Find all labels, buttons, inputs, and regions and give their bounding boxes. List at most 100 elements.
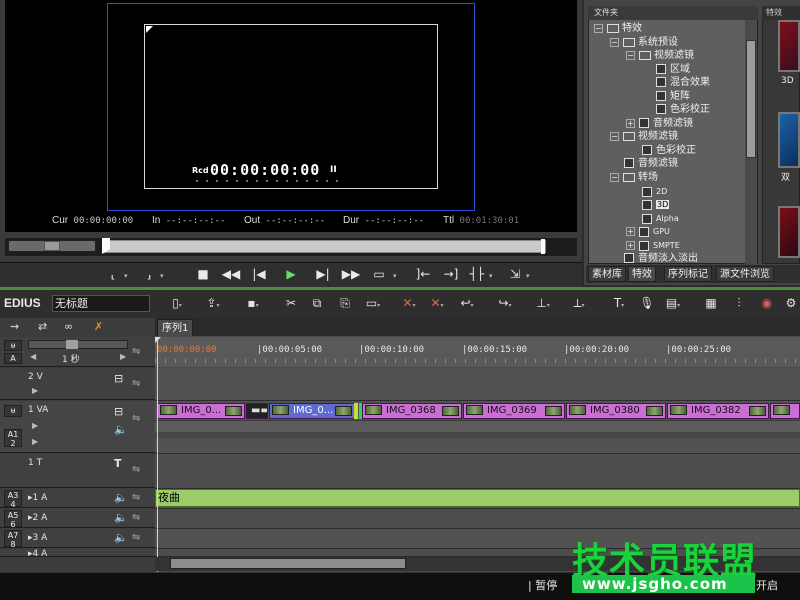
expand-track-icon[interactable]: ▶ <box>32 386 38 395</box>
timeline-clip[interactable] <box>770 403 800 419</box>
audio-toggle-icon[interactable]: A <box>4 353 22 364</box>
tree-node-blend[interactable]: 混合效果 <box>656 76 710 89</box>
fast-forward-button[interactable]: ▶▶ <box>340 264 362 284</box>
tree-node-gpu[interactable]: + GPU <box>626 225 670 238</box>
tree-node-video-filters-2[interactable]: − 视频滤镜 <box>610 130 678 143</box>
timeline-cursor[interactable] <box>157 337 158 572</box>
replace-icon[interactable]: ▭▾ <box>364 294 382 312</box>
set-out-dropdown-icon[interactable]: ▾ <box>160 272 164 280</box>
paste-icon[interactable]: ⎘ <box>336 294 354 312</box>
rewind-button[interactable]: ◀◀ <box>220 264 242 284</box>
play-button[interactable]: ▶ <box>280 264 302 284</box>
sync-lock-icon[interactable]: ⇋ <box>132 346 140 357</box>
link-icon[interactable]: ∞ <box>64 320 73 333</box>
tree-node-effects[interactable]: − 特效 <box>594 22 642 35</box>
stop-button[interactable]: ■ <box>192 264 214 284</box>
color-correction-icon[interactable]: ◉ <box>758 294 776 312</box>
position-slider[interactable] <box>102 240 546 253</box>
step-forward-button[interactable]: ▶| <box>312 264 334 284</box>
tab-sequence-1[interactable]: 序列1 <box>157 319 194 336</box>
audio-patch-icon[interactable]: A3 4 <box>4 490 22 509</box>
tree-node-smpte[interactable]: + SMPTE <box>626 239 680 252</box>
timeline-clip[interactable]: IMG_0368 <box>362 403 462 419</box>
tree-node-3d[interactable]: 3D <box>642 198 670 211</box>
redo-icon[interactable]: ↪▾ <box>496 294 514 312</box>
sync-lock-icon[interactable]: ⇋ <box>132 413 140 424</box>
transition-marker[interactable]: ▬▬ <box>246 403 268 419</box>
cut-point-icon[interactable]: ⟂▾ <box>570 294 588 312</box>
expand-icon[interactable]: + <box>626 241 635 250</box>
tree-node-audio-filters[interactable]: + 音频滤镜 <box>626 117 693 130</box>
tree-node-region[interactable]: 区域 <box>656 63 690 76</box>
track-header-1a[interactable]: A3 4 ▸1 A 🔈 ⇋ <box>0 489 155 509</box>
collapse-icon[interactable]: − <box>610 131 619 141</box>
audio-patch-icon[interactable]: A1 2 <box>4 429 22 448</box>
ripple-delete-icon[interactable]: ✕▾ <box>428 294 446 312</box>
timeline-scroll-thumb[interactable] <box>170 558 406 569</box>
expand-track-icon[interactable]: ▶ <box>32 421 38 430</box>
tree-node-matrix[interactable]: 矩阵 <box>656 90 690 103</box>
delete-icon[interactable]: ✕▾ <box>400 294 418 312</box>
lane-2v[interactable] <box>155 368 800 401</box>
title-icon[interactable]: T▾ <box>610 294 628 312</box>
open-project-icon[interactable]: ⇪▾ <box>204 294 222 312</box>
collapse-icon[interactable]: − <box>610 37 619 47</box>
timeline-cursor-head[interactable] <box>155 337 161 343</box>
timeline-clip[interactable]: IMG_0380 <box>566 403 666 419</box>
title-track-icon[interactable]: T <box>114 457 122 470</box>
layout-icon[interactable]: ▦ <box>702 294 720 312</box>
tab-sequence-markers[interactable]: 序列标记 <box>664 266 712 282</box>
set-in-button[interactable]: ⸤ <box>102 264 124 284</box>
track-header-1va[interactable]: ᵾ A1 2 1 VA ▶ ▶ ⊟ 🔈 ⇋ <box>0 401 155 453</box>
tab-effects[interactable]: 特效 <box>628 266 656 282</box>
audio-patch-icon[interactable]: A5 6 <box>4 510 22 529</box>
speaker-icon[interactable]: 🔈 <box>114 491 128 504</box>
tree-node-alpha[interactable]: Alpha <box>642 212 679 225</box>
tab-bin[interactable]: 素材库 <box>588 266 626 282</box>
speaker-icon[interactable]: 🔈 <box>114 511 128 524</box>
settings-icon[interactable]: ⚙ <box>782 294 800 312</box>
collapse-icon[interactable]: ᵾ <box>4 340 22 351</box>
audio-patch-icon[interactable]: A7 8 <box>4 530 22 549</box>
sync-lock-icon[interactable]: ⇋ <box>132 492 140 503</box>
collapse-icon[interactable]: − <box>610 172 619 182</box>
new-project-icon[interactable]: ▯▾ <box>168 294 186 312</box>
lane-1t[interactable] <box>155 454 800 489</box>
tree-node-transitions[interactable]: − 转场 <box>610 171 658 184</box>
mixer-icon[interactable]: ⫶ <box>730 294 748 312</box>
video-patch-icon[interactable]: ᵾ <box>4 405 22 417</box>
tab-source-browser[interactable]: 源文件浏览 <box>716 266 774 282</box>
effect-thumbnail[interactable] <box>778 206 800 258</box>
video-monitor-icon[interactable]: ⊟ <box>114 405 123 418</box>
expand-track-icon[interactable]: ▶ <box>32 437 38 446</box>
sync-lock-icon[interactable]: ⇋ <box>132 532 140 543</box>
tree-node-color-correction[interactable]: 色彩校正 <box>656 103 710 116</box>
speaker-icon[interactable]: 🔈 <box>114 531 128 544</box>
track-header-4a[interactable]: ▸4 A <box>0 549 155 557</box>
tree-node-color-correction-2[interactable]: 色彩校正 <box>642 144 696 157</box>
sync-lock-icon[interactable]: ⇋ <box>132 512 140 523</box>
snap-icon[interactable]: ✗ <box>94 320 103 333</box>
sync-icon[interactable]: ⇄ <box>38 320 47 333</box>
undo-icon[interactable]: ↩▾ <box>458 294 476 312</box>
timeline-clip-selected[interactable]: IMG_0... <box>269 403 355 419</box>
effect-thumbnail[interactable] <box>778 112 800 168</box>
export-dropdown-icon[interactable]: ▾ <box>526 272 530 280</box>
zoom-slider[interactable] <box>28 340 128 349</box>
lane-2a[interactable] <box>155 509 800 529</box>
timeline-clip[interactable]: IMG_0... <box>157 403 245 419</box>
zoom-slider-thumb[interactable] <box>66 340 78 349</box>
track-header-3a[interactable]: A7 8 ▸3 A 🔈 ⇋ <box>0 529 155 549</box>
tree-scroll-thumb[interactable] <box>746 40 756 158</box>
export-button[interactable]: ⇲ <box>504 264 526 284</box>
tree-node-system-presets[interactable]: − 系统预设 <box>610 36 678 49</box>
expand-icon[interactable]: + <box>626 227 635 236</box>
loop-dropdown-icon[interactable]: ▾ <box>393 272 397 280</box>
speaker-icon[interactable]: 🔈 <box>114 423 128 436</box>
collapse-icon[interactable]: − <box>594 23 603 33</box>
video-monitor-icon[interactable]: ⊟ <box>114 372 123 385</box>
add-marker-icon[interactable]: ⊥▾ <box>534 294 552 312</box>
render-icon[interactable]: ▤▾ <box>664 294 682 312</box>
sync-lock-icon[interactable]: ⇋ <box>132 464 140 475</box>
tree-node-audio-filters-2[interactable]: 音频滤镜 <box>624 157 678 170</box>
